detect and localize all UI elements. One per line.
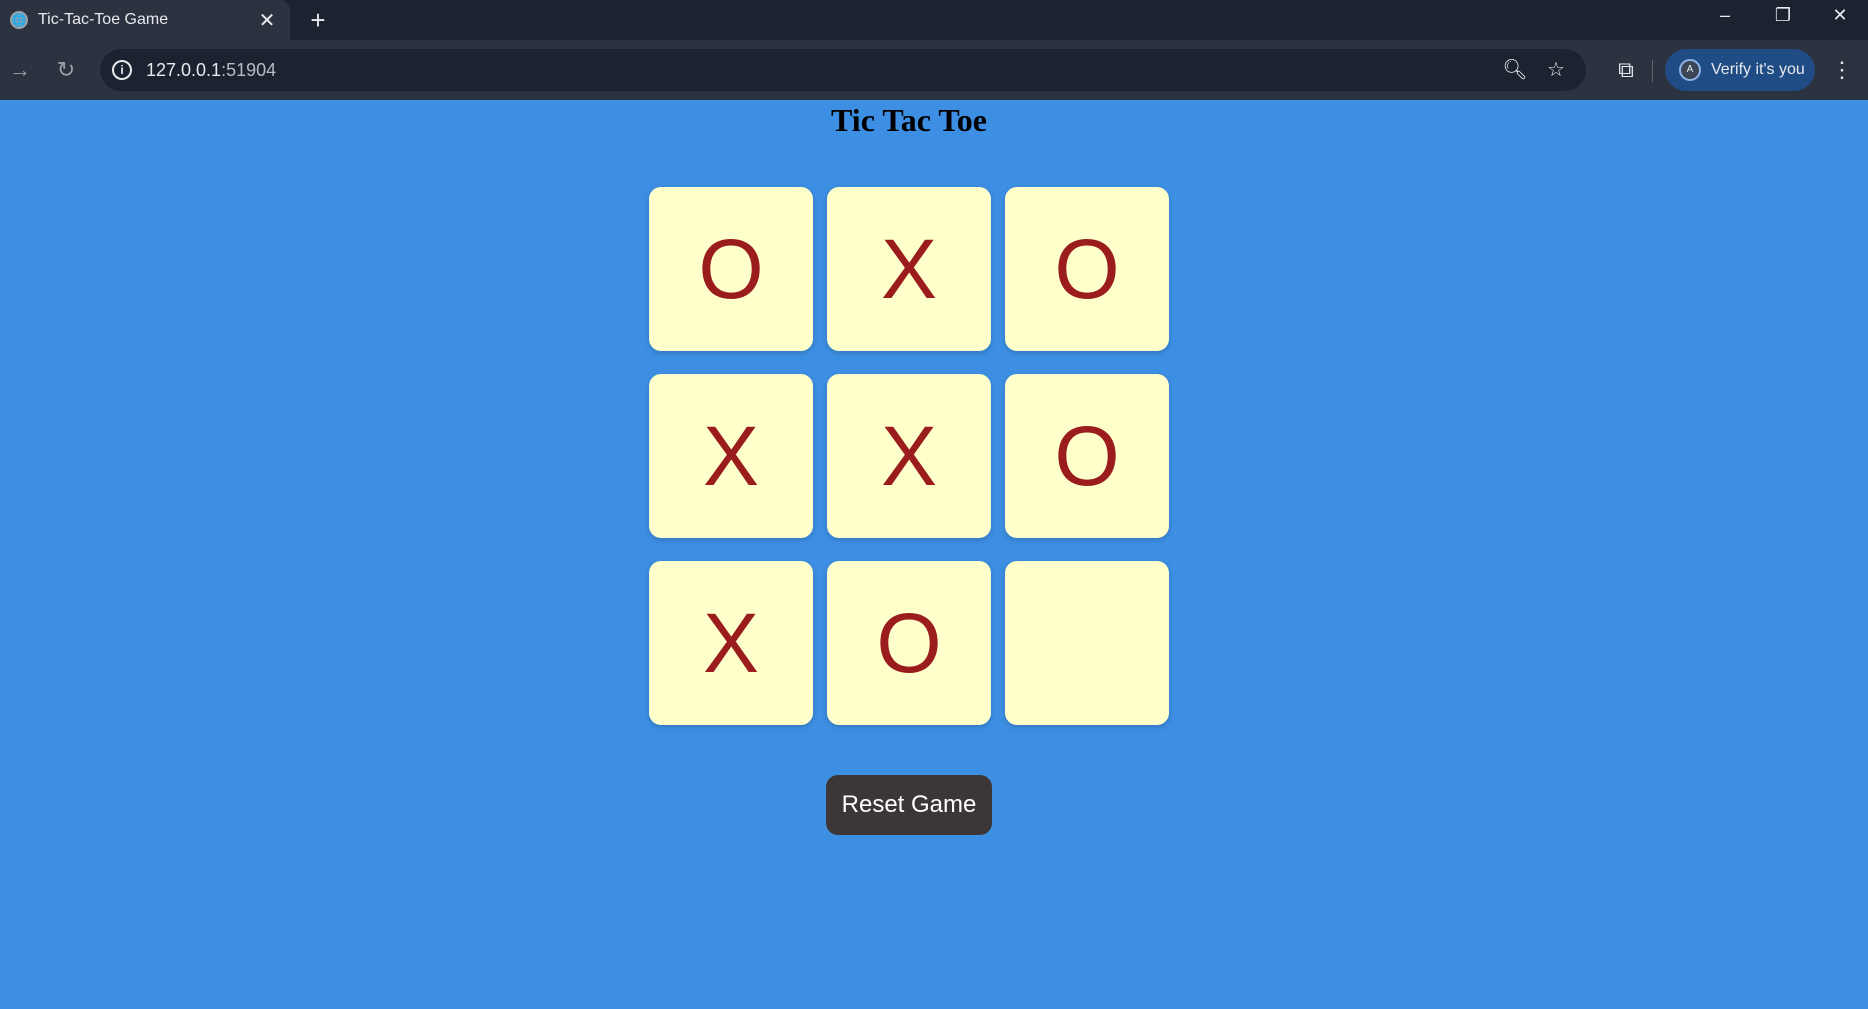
page-title: Tic Tac Toe xyxy=(831,102,987,138)
board-cell-8[interactable]: O xyxy=(827,561,991,725)
board-cell-1[interactable]: O xyxy=(649,187,813,351)
board-cell-9[interactable] xyxy=(1005,561,1169,725)
puzzle-icon[interactable]: ⧉ xyxy=(1606,50,1646,90)
profile-button[interactable]: A Verify it's you xyxy=(1665,49,1815,91)
star-icon[interactable]: ☆ xyxy=(1543,57,1569,83)
close-icon[interactable]: ✕ xyxy=(252,8,282,33)
restore-icon[interactable]: ❐ xyxy=(1755,0,1811,32)
reload-icon[interactable]: ↻ xyxy=(46,50,86,90)
game-board: O X O X X O X O xyxy=(649,187,1169,725)
minimize-icon[interactable]: – xyxy=(1697,0,1753,32)
more-vertical-icon[interactable]: ⋮ xyxy=(1826,50,1858,90)
profile-label: Verify it's you xyxy=(1711,61,1805,78)
plus-icon[interactable]: + xyxy=(303,4,333,36)
arrow-right-icon[interactable]: → xyxy=(0,50,40,90)
avatar: A xyxy=(1679,59,1701,81)
browser-toolbar: → ↻ i 127.0.0.1:51904 🔍︎ ☆ ⧉ A Verify it… xyxy=(0,40,1868,100)
browser-tab[interactable]: 🌐 Tic-Tac-Toe Game ✕ xyxy=(0,0,290,40)
board-cell-2[interactable]: X xyxy=(827,187,991,351)
url-host: 127.0.0.1 xyxy=(146,60,222,80)
board-cell-5[interactable]: X xyxy=(827,374,991,538)
toolbar-divider xyxy=(1652,60,1653,82)
reset-game-button[interactable]: Reset Game xyxy=(826,775,992,835)
globe-icon: 🌐 xyxy=(10,11,28,29)
window-close-icon[interactable]: ✕ xyxy=(1812,0,1868,32)
board-cell-3[interactable]: O xyxy=(1005,187,1169,351)
browser-titlebar: 🌐 Tic-Tac-Toe Game ✕ + – ❐ ✕ xyxy=(0,0,1868,40)
info-icon[interactable]: i xyxy=(112,60,132,80)
url-text: 127.0.0.1:51904 xyxy=(146,60,276,81)
zoom-out-icon[interactable]: 🔍︎ xyxy=(1502,57,1528,83)
board-cell-7[interactable]: X xyxy=(649,561,813,725)
page-content: Tic Tac Toe O X O X X O X O Reset Game xyxy=(0,100,1868,1009)
url-port: :51904 xyxy=(221,60,277,80)
board-cell-4[interactable]: X xyxy=(649,374,813,538)
board-cell-6[interactable]: O xyxy=(1005,374,1169,538)
tab-title: Tic-Tac-Toe Game xyxy=(38,11,169,28)
address-bar[interactable]: i 127.0.0.1:51904 🔍︎ ☆ xyxy=(100,49,1586,91)
